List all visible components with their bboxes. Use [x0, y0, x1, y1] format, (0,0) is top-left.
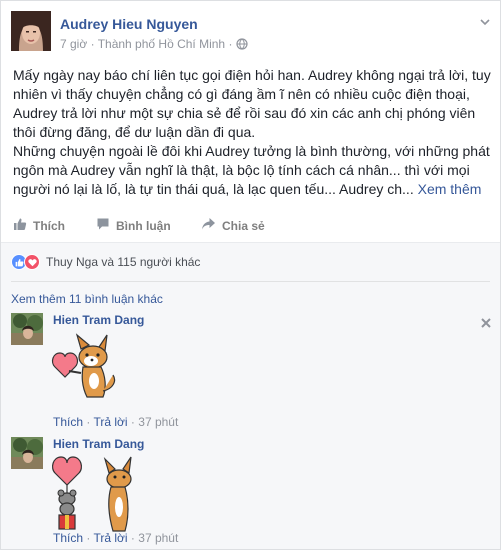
post-meta: 7 giờ · Thành phố Hồ Chí Minh ·	[60, 37, 248, 53]
reactions-summary[interactable]: Thuy Nga và 115 người khác	[11, 254, 200, 270]
close-icon[interactable]	[481, 315, 491, 328]
see-more-link[interactable]: Xem thêm	[418, 181, 482, 197]
like-icon	[13, 217, 27, 234]
commenter-name[interactable]: Hien Tram Dang	[53, 437, 144, 451]
comment-item: Hien Tram Dang Thích · Trả lời · 37 phút	[11, 313, 491, 433]
chevron-down-icon[interactable]	[479, 15, 491, 27]
comment-actions: Thích · Trả lời · 37 phút	[53, 415, 178, 429]
comment-like-link[interactable]: Thích	[53, 531, 83, 545]
reaction-icons	[11, 254, 40, 270]
post-paragraph-2: Những chuyện ngoài lề đôi khi Audrey tưở…	[13, 142, 493, 199]
reactions-text: Thuy Nga và 115 người khác	[46, 255, 201, 269]
view-more-comments-link[interactable]: Xem thêm 11 bình luận khác	[11, 292, 163, 306]
commenter-avatar[interactable]	[11, 313, 43, 345]
post-header: Audrey Hieu Nguyen 7 giờ · Thành phố Hồ …	[11, 11, 491, 55]
comment-item: Hien Tram Dang Thích · Trả lời · 37 phút	[11, 437, 491, 549]
author-name[interactable]: Audrey Hieu Nguyen	[60, 16, 198, 32]
dot-separator: ·	[130, 415, 135, 429]
comment-time[interactable]: 37 phút	[138, 415, 178, 429]
share-icon	[201, 217, 216, 234]
like-label: Thích	[33, 218, 65, 233]
post-body: Mấy ngày nay báo chí liên tục gọi điện h…	[13, 66, 493, 199]
dot-separator: ·	[86, 415, 91, 429]
comment-reply-link[interactable]: Trả lời	[93, 415, 127, 429]
post-location[interactable]: Thành phố Hồ Chí Minh	[98, 37, 225, 51]
dot-separator: ·	[130, 531, 135, 545]
action-bar: Thích Bình luận Chia sẻ	[1, 209, 500, 243]
post-paragraph-1: Mấy ngày nay báo chí liên tục gọi điện h…	[13, 67, 491, 140]
comment-button[interactable]: Bình luận	[96, 217, 171, 234]
fox-heart-sticker	[51, 331, 121, 408]
comment-like-link[interactable]: Thích	[53, 415, 83, 429]
post-card: Audrey Hieu Nguyen 7 giờ · Thành phố Hồ …	[0, 0, 501, 550]
like-button[interactable]: Thích	[13, 217, 65, 234]
comment-reply-link[interactable]: Trả lời	[93, 531, 127, 545]
dot-separator: ·	[86, 531, 91, 545]
share-label: Chia sẻ	[222, 218, 265, 233]
globe-icon[interactable]	[236, 38, 248, 53]
comment-actions: Thích · Trả lời · 37 phút	[53, 531, 178, 545]
comment-time[interactable]: 37 phút	[138, 531, 178, 545]
post-time[interactable]: 7 giờ	[60, 37, 87, 51]
love-reaction-icon	[24, 254, 40, 270]
author-avatar[interactable]	[11, 11, 51, 51]
meta-separator: ·	[90, 37, 95, 51]
commenter-avatar[interactable]	[11, 437, 43, 469]
divider	[11, 281, 490, 282]
mouse-fox-heart-sticker	[51, 455, 141, 540]
comment-label: Bình luận	[116, 218, 171, 233]
commenter-name[interactable]: Hien Tram Dang	[53, 313, 144, 327]
comments-section: Thuy Nga và 115 người khác Xem thêm 11 b…	[1, 243, 500, 549]
meta-separator: ·	[228, 37, 233, 51]
share-button[interactable]: Chia sẻ	[201, 217, 265, 234]
comment-icon	[96, 217, 110, 234]
